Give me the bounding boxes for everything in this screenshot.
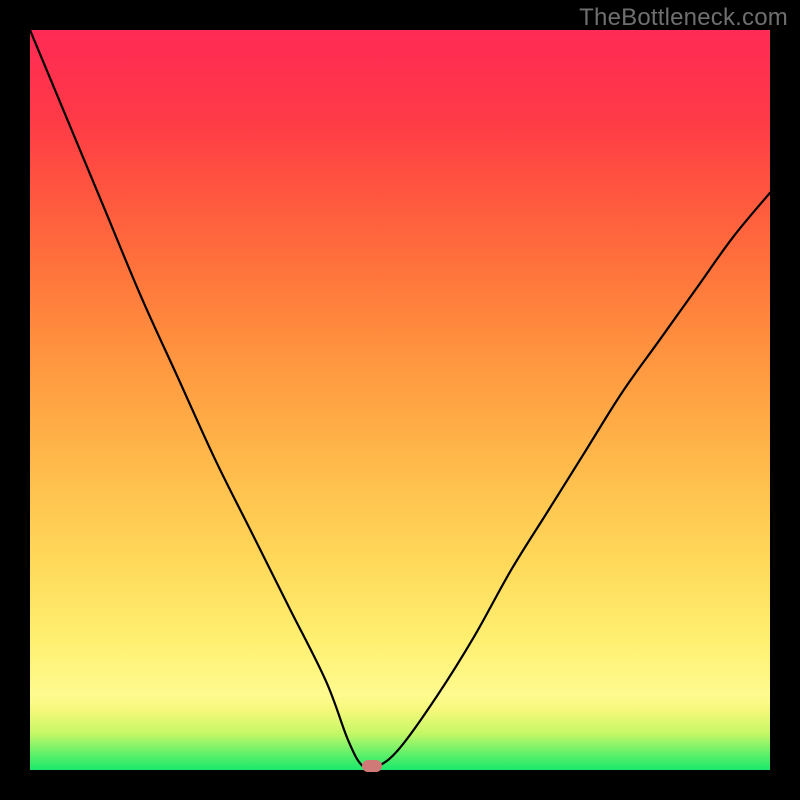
- chart-frame: TheBottleneck.com: [0, 0, 800, 800]
- curve-svg: [30, 30, 770, 770]
- watermark-text: TheBottleneck.com: [579, 4, 788, 32]
- optimum-marker: [362, 760, 382, 772]
- plot-area: [30, 30, 770, 770]
- bottleneck-curve: [30, 30, 770, 769]
